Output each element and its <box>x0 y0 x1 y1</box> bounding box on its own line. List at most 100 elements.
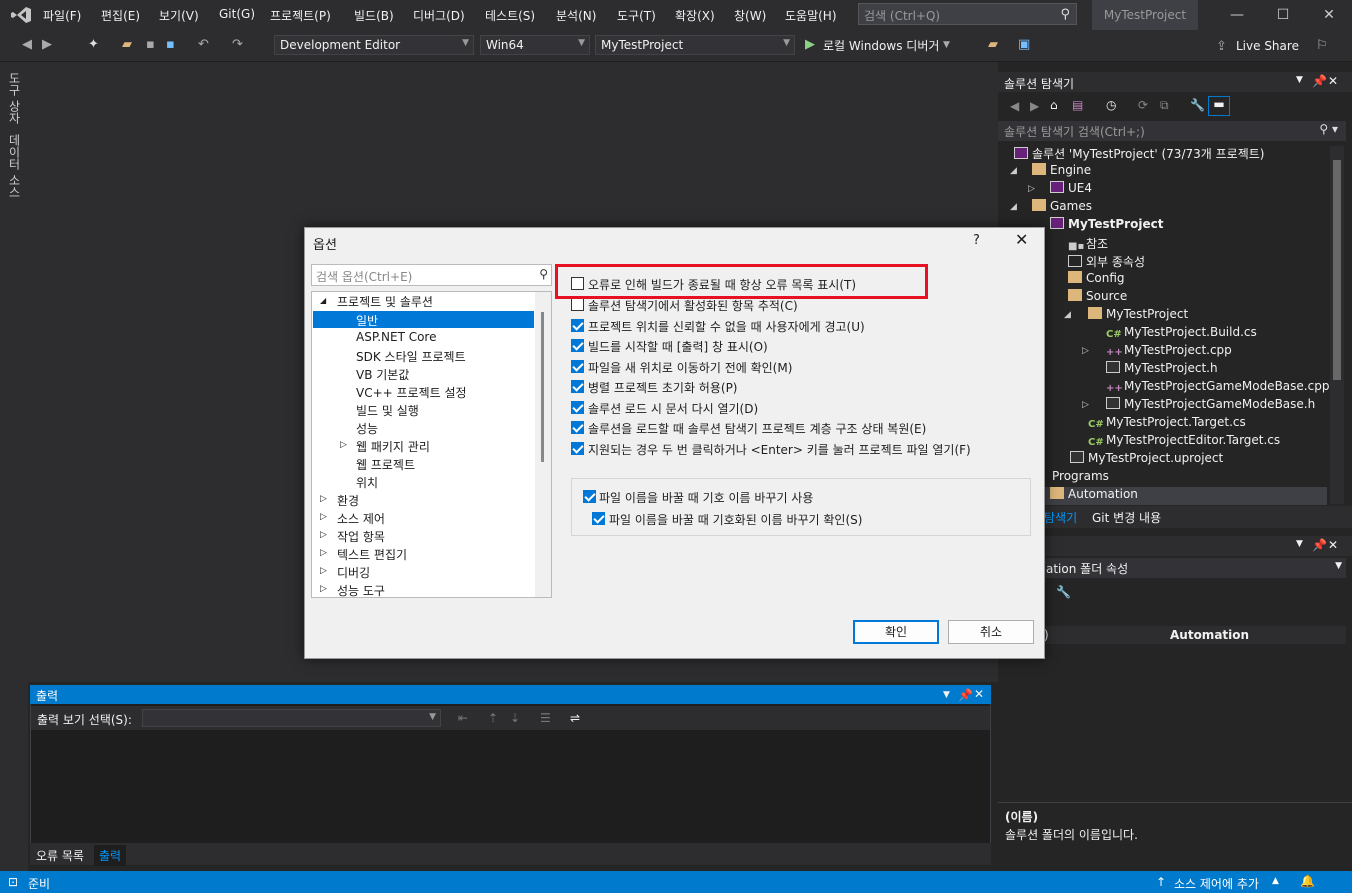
solution-config-select[interactable]: Development Editor ▼ <box>274 35 474 55</box>
tree-build-cs[interactable]: C# MyTestProject.Build.cs <box>1106 325 1257 343</box>
tab-git-changes[interactable]: Git 변경 내용 <box>1092 509 1161 526</box>
folder-icon[interactable]: ▰ <box>988 37 998 52</box>
tree-item-general[interactable]: 일반 <box>356 312 378 329</box>
tree-item-aspnet-core[interactable]: ASP.NET Core <box>356 330 436 344</box>
tree-item-vcpp-settings[interactable]: VC++ 프로젝트 설정 <box>356 384 467 401</box>
option-checkbox-restore-hierarchy[interactable] <box>571 421 584 434</box>
forward-icon[interactable]: ▶ <box>42 37 52 52</box>
menu-project[interactable]: 프로젝트(P) <box>270 7 331 24</box>
tree-item-web-projects[interactable]: 웹 프로젝트 <box>356 456 415 473</box>
properties-wrench-icon[interactable]: 🔧 <box>1190 98 1205 112</box>
collapse-icon[interactable]: ▷ <box>320 548 327 558</box>
menu-edit[interactable]: 편집(E) <box>101 7 140 24</box>
expand-icon[interactable]: ◢ <box>320 296 326 305</box>
maximize-icon[interactable]: ☐ <box>1260 0 1306 30</box>
tree-item-locations[interactable]: 위치 <box>356 474 378 491</box>
word-wrap-icon[interactable]: ⇌ <box>570 711 580 725</box>
option-label[interactable]: 파일 이름을 바꿀 때 기호화된 이름 바꾸기 확인(S) <box>609 511 862 528</box>
chevron-up-icon[interactable]: ▲ <box>1272 876 1279 886</box>
save-icon[interactable]: ▪ <box>146 37 155 52</box>
collapse-icon[interactable]: ▷ <box>1082 400 1089 410</box>
tree-source[interactable]: Source <box>1068 289 1127 307</box>
tree-item-vb-defaults[interactable]: VB 기본값 <box>356 366 409 383</box>
preview-selected-icon[interactable]: ▬ <box>1208 96 1230 116</box>
option-checkbox-warn-untrusted[interactable] <box>571 319 584 332</box>
expand-icon[interactable]: ◢ <box>1010 202 1017 212</box>
clear-all-icon[interactable]: ☰ <box>540 711 551 725</box>
feedback-icon[interactable]: ⚐ <box>1316 38 1328 53</box>
tree-solution[interactable]: 솔루션 'MyTestProject' (73/73개 프로젝트) <box>1014 145 1264 163</box>
tree-automation[interactable]: Automation <box>1050 487 1138 505</box>
ok-button[interactable]: 확인 <box>853 620 939 644</box>
tree-item-perf-tools[interactable]: 성능 도구 <box>337 582 385 599</box>
startup-project-select[interactable]: MyTestProject ▼ <box>595 35 795 55</box>
tree-item-work-items[interactable]: 작업 항목 <box>337 528 385 545</box>
menu-extensions[interactable]: 확장(X) <box>675 7 715 24</box>
new-project-icon[interactable]: ✦ <box>88 37 99 52</box>
collapse-icon[interactable]: ▷ <box>320 494 327 504</box>
live-share-button[interactable]: Live Share <box>1236 39 1299 53</box>
platform-select[interactable]: Win64 ▼ <box>480 35 590 55</box>
notification-bell-icon[interactable]: 🔔 <box>1300 874 1315 888</box>
switch-views-icon[interactable]: ▤ <box>1072 98 1083 112</box>
menu-analyze[interactable]: 분석(N) <box>556 7 596 24</box>
tree-item-source-control[interactable]: 소스 제어 <box>337 510 385 527</box>
menu-help[interactable]: 도움말(H) <box>785 7 837 24</box>
tree-target-cs[interactable]: C# MyTestProject.Target.cs <box>1088 415 1246 433</box>
tree-config[interactable]: Config <box>1068 271 1125 289</box>
forward-icon[interactable]: ▶ <box>1030 99 1039 113</box>
pin-icon[interactable]: 📌 <box>958 688 973 702</box>
option-checkbox-confirm-rename[interactable] <box>592 512 605 525</box>
menu-window[interactable]: 창(W) <box>734 7 766 24</box>
tree-item-projects-solutions[interactable]: 프로젝트 및 솔루션 <box>337 293 433 310</box>
option-label[interactable]: 솔루션 로드 시 문서 다시 열기(D) <box>588 400 758 417</box>
chevron-down-icon[interactable]: ▼ <box>943 690 950 700</box>
open-folder-icon[interactable]: ▰ <box>122 37 132 52</box>
tree-cpp[interactable]: ▷ ++MyTestProject.cpp <box>1082 343 1232 361</box>
scrollbar-thumb[interactable] <box>541 312 544 462</box>
toolbox-tab[interactable]: 도구 상자 <box>6 72 23 124</box>
tree-ue4[interactable]: ▷ UE4 <box>1028 181 1092 199</box>
property-value[interactable]: Automation <box>1170 628 1249 642</box>
help-button[interactable]: ? <box>973 233 980 248</box>
tree-gamemode-h[interactable]: ▷ MyTestProjectGameModeBase.h <box>1082 397 1315 415</box>
save-all-icon[interactable]: ▪ <box>166 37 175 52</box>
tree-editor-target-cs[interactable]: C# MyTestProjectEditor.Target.cs <box>1088 433 1280 451</box>
tree-src-folder[interactable]: ◢ MyTestProject <box>1064 307 1188 325</box>
property-row[interactable]: ) Automation <box>1000 626 1346 644</box>
close-window-icon[interactable]: ✕ <box>1306 0 1352 30</box>
tree-external-deps[interactable]: 외부 종속성 <box>1068 253 1145 271</box>
expand-icon[interactable]: ◢ <box>1010 166 1017 176</box>
options-tree-scrollbar[interactable] <box>535 292 551 597</box>
tree-h[interactable]: MyTestProject.h <box>1106 361 1218 379</box>
global-search-input[interactable]: 검색 (Ctrl+Q) ⚲ <box>858 3 1077 25</box>
pin-icon[interactable]: 📌 <box>1312 74 1327 88</box>
option-checkbox-show-output[interactable] <box>571 339 584 352</box>
tree-engine[interactable]: ◢ Engine <box>1010 163 1091 181</box>
close-icon[interactable]: ✕ <box>1328 538 1338 552</box>
property-pages-icon[interactable]: 🔧 <box>1056 585 1071 599</box>
run-icon[interactable]: ▶ <box>805 37 815 52</box>
menu-build[interactable]: 빌드(B) <box>354 7 394 24</box>
run-debugger-button[interactable]: 로컬 Windows 디버거 <box>823 37 939 54</box>
tab-solution-explorer[interactable]: 탐색기 <box>1044 509 1077 526</box>
option-label[interactable]: 솔루션 탐색기에서 활성화된 항목 추적(C) <box>588 297 798 314</box>
back-icon[interactable]: ◀ <box>1010 99 1019 113</box>
option-label[interactable]: 파일 이름을 바꿀 때 기호 이름 바꾸기 사용 <box>599 489 813 506</box>
options-search-input[interactable]: 검색 옵션(Ctrl+E) ⚲ <box>311 264 552 286</box>
menu-debug[interactable]: 디버그(D) <box>413 7 465 24</box>
undo-icon[interactable]: ↶ <box>198 37 209 52</box>
menu-file[interactable]: 파일(F) <box>43 7 81 24</box>
tree-games[interactable]: ◢ Games <box>1010 199 1092 217</box>
add-to-source-control-button[interactable]: 소스 제어에 추가 <box>1174 875 1259 892</box>
history-icon[interactable]: ◷ <box>1106 98 1116 112</box>
back-icon[interactable]: ◀ <box>22 37 32 52</box>
solution-search-input[interactable]: 솔루션 탐색기 검색(Ctrl+;) ⚲ ▾ <box>998 121 1346 141</box>
tree-item-web-packages[interactable]: 웹 패키지 관리 <box>356 438 430 455</box>
redo-icon[interactable]: ↷ <box>232 37 243 52</box>
properties-object-select[interactable]: ation 폴더 속성 ▼ <box>1000 558 1346 578</box>
chevron-down-icon[interactable]: ▼ <box>1296 539 1303 549</box>
menu-test[interactable]: 테스트(S) <box>485 7 535 24</box>
tree-item-environment[interactable]: 환경 <box>337 492 359 509</box>
data-sources-tab[interactable]: 데이터 소스 <box>6 134 23 198</box>
